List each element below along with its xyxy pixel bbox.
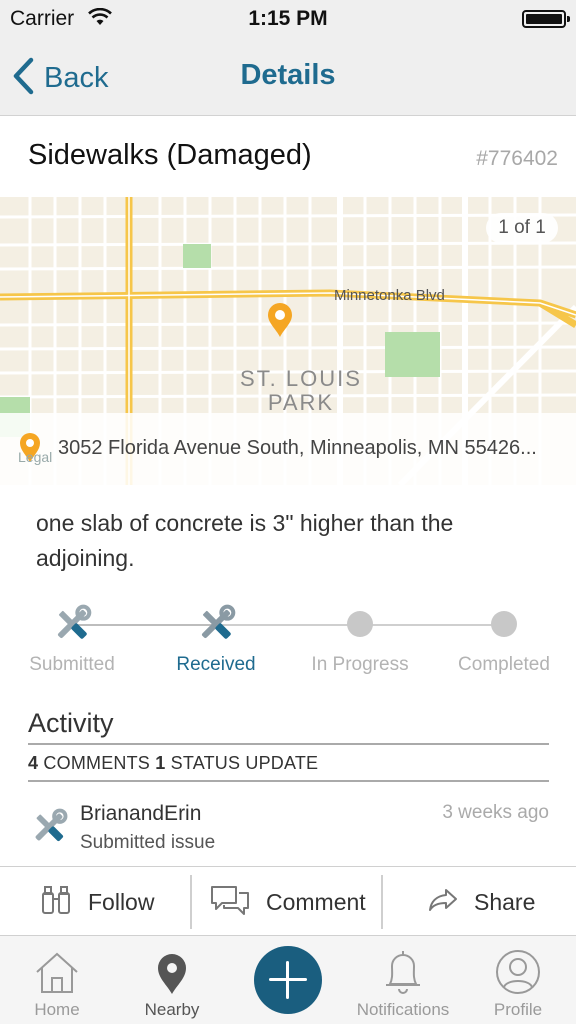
step-received: Received: [144, 598, 288, 676]
comments-label: COMMENTS: [43, 753, 151, 773]
status-progress: Submitted Received In Progress Completed: [0, 598, 576, 678]
issue-map[interactable]: Minnetonka Blvd ST. LOUIS PARK 1 of 1 30…: [0, 197, 576, 485]
issue-title: Sidewalks (Damaged): [28, 139, 312, 171]
step-completed: Completed: [432, 598, 576, 676]
area-label-line1: ST. LOUIS: [240, 366, 362, 391]
status-label: STATUS UPDATE: [170, 753, 319, 773]
divider: [28, 780, 549, 782]
tab-label: Nearby: [144, 1000, 200, 1019]
comment-button[interactable]: Comment: [210, 867, 366, 937]
page-title: Details: [240, 59, 336, 91]
map-legal-link[interactable]: Legal: [18, 449, 52, 465]
share-button[interactable]: Share: [428, 867, 535, 937]
step-label: In Progress: [311, 654, 409, 675]
divider: [190, 875, 192, 929]
street-label: Minnetonka Blvd: [334, 287, 445, 304]
area-label: ST. LOUIS PARK: [240, 367, 362, 415]
step-label: Completed: [458, 654, 550, 675]
tab-label: Home: [34, 1000, 80, 1019]
follow-button[interactable]: Follow: [40, 867, 154, 937]
tab-home[interactable]: Home: [14, 936, 100, 1024]
location-pin-icon: [128, 936, 216, 996]
issue-id: #776402: [476, 147, 558, 170]
step-label: Received: [176, 654, 256, 675]
tools-icon: [28, 806, 70, 853]
follow-label: Follow: [88, 888, 155, 915]
area-label-line2: PARK: [267, 390, 335, 415]
activity-time: 3 weeks ago: [442, 802, 549, 823]
share-label: Share: [474, 888, 536, 915]
divider: [28, 743, 549, 745]
step-dot: [347, 611, 373, 637]
comments-count: 4: [28, 753, 39, 773]
clock: 1:15 PM: [248, 7, 328, 30]
step-submitted: Submitted: [0, 598, 144, 676]
activity-section: Activity 4 COMMENTS 1 STATUS UPDATE: [28, 708, 549, 782]
binoculars-icon: [40, 885, 72, 920]
bell-icon: [346, 936, 460, 996]
activity-user[interactable]: BrianandErin: [80, 802, 201, 826]
status-count: 1: [155, 753, 166, 773]
status-bar: Carrier 1:15 PM: [0, 0, 576, 40]
activity-title: Activity: [28, 708, 114, 738]
step-in-progress: In Progress: [288, 598, 432, 676]
navigation-bar: Back Details: [0, 40, 576, 116]
add-issue-button[interactable]: [254, 946, 322, 1014]
issue-header: Sidewalks (Damaged) #776402: [0, 117, 576, 197]
activity-item[interactable]: BrianandErin Submitted issue 3 weeks ago: [28, 798, 549, 858]
tab-notifications[interactable]: Notifications: [346, 936, 460, 1024]
comment-label: Comment: [266, 888, 366, 915]
tools-icon: [144, 598, 288, 650]
address-bar: 3052 Florida Avenue South, Minneapolis, …: [0, 413, 576, 485]
profile-icon: [480, 936, 556, 996]
activity-action: Submitted issue: [80, 832, 216, 853]
tab-profile[interactable]: Profile: [480, 936, 556, 1024]
issue-description: one slab of concrete is 3" higher than t…: [36, 510, 454, 571]
home-icon: [14, 936, 100, 996]
battery-icon: [522, 10, 570, 28]
tools-icon: [0, 598, 144, 650]
divider: [381, 875, 383, 929]
step-label: Submitted: [29, 654, 115, 675]
action-bar: Follow Comment Share: [0, 866, 576, 936]
share-icon: [428, 888, 458, 917]
tab-label: Notifications: [356, 1000, 450, 1019]
activity-counts: 4 COMMENTS 1 STATUS UPDATE: [28, 753, 549, 774]
address-text: 3052 Florida Avenue South, Minneapolis, …: [58, 437, 537, 459]
step-dot: [491, 611, 517, 637]
tab-nearby[interactable]: Nearby: [128, 936, 216, 1024]
photo-counter: 1 of 1: [486, 213, 558, 243]
comment-icon: [210, 884, 250, 921]
tab-label: Profile: [493, 1000, 543, 1019]
